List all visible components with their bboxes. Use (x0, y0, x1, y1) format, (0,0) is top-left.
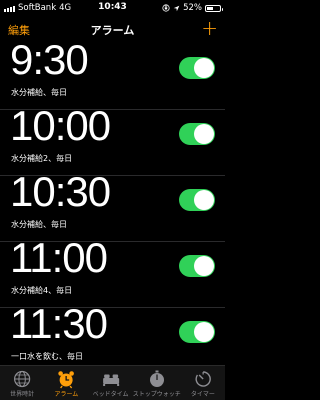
toggle-knob (194, 124, 214, 144)
alarm-time: 11:00 (10, 234, 108, 281)
tab-alarm[interactable]: アラーム (44, 366, 88, 400)
alarm-toggle[interactable] (179, 255, 215, 277)
globe-icon (14, 370, 31, 388)
add-alarm-button[interactable]: + (201, 16, 218, 40)
alarm-label: 一口水を飲む、毎日 (11, 352, 83, 361)
stopwatch-icon (149, 370, 164, 387)
alarm-label: 水分補給、毎日 (11, 88, 67, 97)
status-bar: SoftBank 4G 10:43 52% (0, 0, 225, 16)
tab-world-clock[interactable]: 世界時計 (0, 366, 44, 400)
alarm-time: 11:30 (10, 300, 108, 347)
alarm-label: 水分補給4、毎日 (11, 286, 73, 295)
toggle-knob (194, 190, 214, 210)
alarm-time: 9:30 (10, 36, 89, 83)
tab-label: ベッドタイム (92, 391, 129, 398)
alarm-time: 10:00 (10, 102, 111, 149)
alarm-clock-icon (58, 371, 75, 389)
status-right: 52% (162, 3, 223, 13)
alarm-label: 水分補給、毎日 (11, 220, 67, 229)
battery-icon (205, 4, 223, 12)
location-icon (173, 5, 180, 11)
tab-label: アラーム (54, 391, 79, 398)
tab-timer[interactable]: タイマー (181, 366, 225, 400)
alarm-list: 9:30 水分補給、毎日 10:00 水分補給2、毎日 10:30 水分補給、毎… (0, 36, 225, 374)
alarm-toggle[interactable] (179, 57, 215, 79)
alarm-toggle[interactable] (179, 189, 215, 211)
toggle-knob (194, 322, 214, 342)
tab-bedtime[interactable]: ベッドタイム (89, 366, 133, 400)
alarm-time: 10:30 (10, 168, 111, 215)
alarm-row[interactable]: 11:00 水分補給4、毎日 (0, 234, 225, 308)
tab-label: ストップウォッチ (132, 391, 181, 398)
alarm-row[interactable]: 10:30 水分補給、毎日 (0, 168, 225, 242)
tab-stopwatch[interactable]: ストップウォッチ (133, 366, 181, 400)
orientation-lock-icon (162, 4, 170, 12)
tab-label: 世界時計 (10, 391, 35, 398)
toggle-knob (194, 58, 214, 78)
tab-bar: 世界時計 アラーム ベッドタイム ストップウォッチ タイマー (0, 365, 225, 400)
timer-icon (195, 371, 211, 387)
alarm-toggle[interactable] (179, 321, 215, 343)
alarm-toggle[interactable] (179, 123, 215, 145)
battery-percent: 52% (183, 3, 202, 13)
toggle-knob (194, 256, 214, 276)
alarm-row[interactable]: 9:30 水分補給、毎日 (0, 36, 225, 110)
bed-icon (102, 374, 119, 386)
alarm-row[interactable]: 10:00 水分補給2、毎日 (0, 102, 225, 176)
alarm-label: 水分補給2、毎日 (11, 154, 73, 163)
tab-label: タイマー (190, 391, 215, 398)
